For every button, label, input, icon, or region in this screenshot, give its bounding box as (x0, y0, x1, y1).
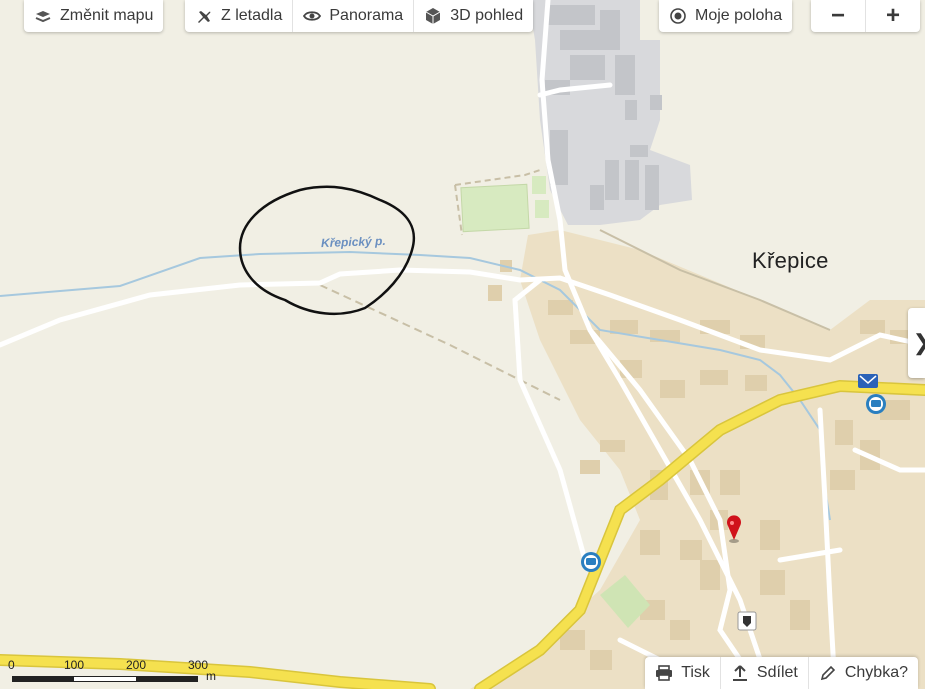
view3d-button[interactable]: 3D pohled (413, 0, 533, 32)
aerial-label: Z letadla (221, 7, 283, 24)
print-label: Tisk (681, 664, 710, 681)
view3d-label: 3D pohled (450, 7, 524, 24)
church-icon[interactable] (737, 611, 757, 631)
change-map-group: Změnit mapu (24, 0, 164, 32)
panorama-label: Panorama (329, 7, 404, 24)
location-group: Moje poloha (659, 0, 793, 32)
scale-unit: m (206, 669, 216, 683)
zoom-controls: − + (811, 0, 920, 32)
print-button[interactable]: Tisk (645, 657, 720, 689)
scale-label: 200 (126, 658, 147, 672)
zoom-out-button[interactable]: − (811, 0, 865, 32)
sports-field (460, 183, 530, 233)
bus-stop-icon[interactable] (581, 552, 601, 572)
scale-segment (74, 676, 136, 682)
share-icon (731, 664, 749, 682)
post-office-icon[interactable] (858, 374, 878, 388)
boundary-line (319, 284, 561, 401)
boundary-line (454, 169, 541, 186)
place-label: Křepice (752, 248, 829, 273)
scale-segment (136, 676, 198, 682)
report-error-button[interactable]: Chybka? (807, 657, 918, 689)
scale-label: 100 (64, 658, 85, 672)
zoom-in-button[interactable]: + (865, 0, 920, 32)
bottom-toolbar: Tisk Sdílet Chybka? (645, 657, 918, 689)
scale-label: 0 (8, 658, 15, 672)
bus-stop-icon[interactable] (866, 394, 886, 414)
panel-toggle-button[interactable]: ❯ (908, 308, 925, 378)
aerial-button[interactable]: Z letadla (185, 0, 292, 32)
view-mode-group: Z letadla Panorama 3D pohled (185, 0, 534, 32)
village-area (470, 230, 925, 689)
layers-icon (34, 7, 52, 25)
target-icon (669, 7, 687, 25)
report-error-label: Chybka? (844, 664, 908, 681)
printer-icon (655, 664, 673, 682)
share-label: Sdílet (756, 664, 798, 681)
change-map-label: Změnit mapu (60, 7, 154, 24)
panorama-button[interactable]: Panorama (292, 0, 413, 32)
my-location-button[interactable]: Moje poloha (659, 0, 792, 32)
change-map-button[interactable]: Změnit mapu (24, 0, 163, 32)
green-area (532, 176, 546, 194)
pencil-icon (819, 664, 837, 682)
stream-label: Křepický p. (320, 233, 386, 251)
scale-bar: 0 100 200 300 m (8, 658, 218, 686)
scale-segment (12, 676, 74, 682)
share-button[interactable]: Sdílet (719, 657, 808, 689)
map-canvas[interactable] (0, 0, 925, 689)
green-area (535, 200, 549, 218)
cube-icon (424, 7, 442, 25)
eye-icon (303, 7, 322, 25)
my-location-label: Moje poloha (695, 7, 783, 24)
chevron-right-icon: ❯ (913, 330, 925, 356)
airplane-icon (195, 7, 213, 25)
drawn-circle-annotation (238, 185, 416, 316)
